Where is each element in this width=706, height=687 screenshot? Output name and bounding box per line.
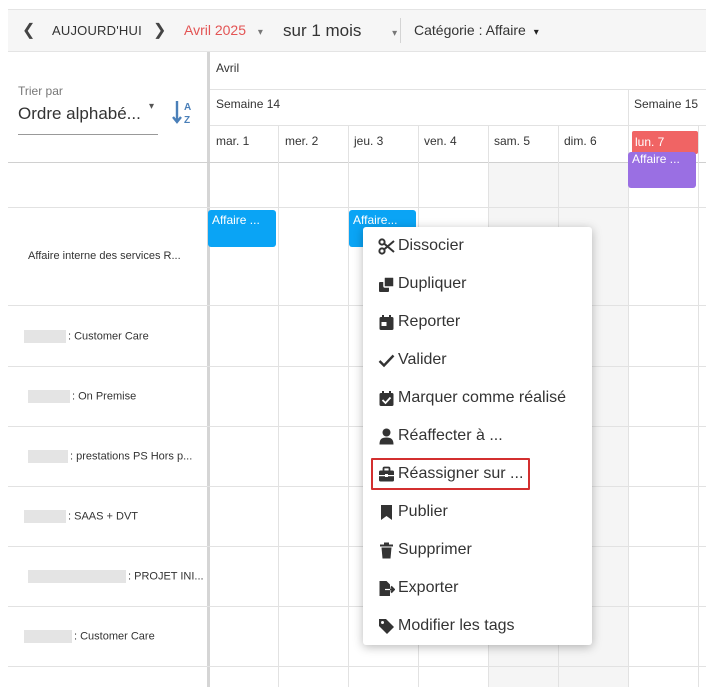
sort-label: Trier par [18,84,63,98]
redacted-text [24,330,66,343]
row-label[interactable]: : Customer Care [24,330,149,343]
copy-icon [379,276,395,292]
day-header: jeu. 3 [354,134,384,148]
day-header: mar. 1 [216,134,250,148]
month-caret-icon: ▾ [257,27,263,38]
day-header: sam. 5 [494,134,531,148]
row-divider [8,207,706,208]
highlight-frame [371,458,530,490]
row-label[interactable]: : PROJET INI... [28,570,204,583]
today-day-header: lun. 7 [632,131,698,154]
panel-divider[interactable] [207,52,210,687]
grid-line [278,125,279,687]
row-label[interactable]: : SAAS + DVT [24,510,138,523]
bookmark-icon [381,505,392,520]
check-icon [378,354,395,368]
month-header: Avril [216,61,240,75]
menu-item-marquer-realise[interactable]: Marquer comme réalisé [363,380,592,416]
range-label: sur 1 mois [283,21,362,40]
menu-item-supprimer[interactable]: Supprimer [363,532,592,568]
tag-icon [379,619,394,634]
category-caret-icon: ▾ [533,27,539,38]
week-header: Semaine 15 [634,97,699,111]
menu-item-reporter[interactable]: Reporter [363,304,592,340]
calendar-icon [379,315,394,330]
trash-icon [380,542,393,559]
month-selector[interactable]: Avril 2025 ▾ [184,10,263,51]
toolbar: ❮ AUJOURD'HUI ❯ Avril 2025 ▾ sur 1 mois … [8,9,706,52]
redacted-text [28,390,70,403]
user-icon [379,428,394,445]
sort-select[interactable]: Ordre alphabé... [18,104,158,135]
row-divider [8,546,706,547]
category-label: Catégorie : Affaire [414,22,526,38]
sort-alpha-icon[interactable]: A Z [172,98,198,126]
grid-line [210,89,706,90]
prev-arrow-icon[interactable]: ❮ [22,10,35,51]
week-header: Semaine 14 [216,97,281,111]
grid-line [348,125,349,687]
row-divider [8,606,706,607]
redacted-text [24,630,72,643]
grid-line [628,89,629,162]
menu-item-dissocier[interactable]: Dissocier [363,228,592,264]
row-divider [8,366,706,367]
sort-caret-icon: ▾ [149,101,155,112]
scissors-icon [378,238,395,255]
row-label[interactable]: : Customer Care [24,630,155,643]
menu-item-exporter[interactable]: Exporter [363,570,592,606]
toolbar-divider [400,18,401,43]
grid-line [698,125,699,687]
svg-text:A: A [184,102,191,113]
event-block[interactable]: Affaire ... [628,152,696,188]
month-label: Avril 2025 [184,22,247,38]
menu-item-reaffecter[interactable]: Réaffecter à ... [363,418,592,454]
category-filter[interactable]: Catégorie : Affaire ▾ [414,10,539,51]
grid-line [8,162,706,163]
next-arrow-icon[interactable]: ❯ [153,10,166,51]
file-export-icon [379,581,395,596]
range-selector[interactable]: sur 1 mois ▾ [283,10,397,51]
row-divider [8,666,706,667]
event-block[interactable]: Affaire ... [208,210,276,247]
row-divider [8,305,706,306]
row-divider [8,486,706,487]
redacted-text [24,510,66,523]
redacted-text [28,450,68,463]
grid-line [210,125,706,126]
day-header: ven. 4 [424,134,457,148]
grid-line [628,162,629,687]
sort-control: Trier par Ordre alphabé... ▾ A Z [18,84,198,135]
day-header: dim. 6 [564,134,597,148]
today-button[interactable]: AUJOURD'HUI [52,10,142,51]
range-caret-icon: ▾ [392,28,398,39]
redacted-text [28,570,126,583]
context-menu: Dissocier Dupliquer Reporter Valider Mar… [363,227,592,645]
row-label[interactable]: : prestations PS Hors p... [28,450,192,463]
menu-item-dupliquer[interactable]: Dupliquer [363,266,592,302]
calendar-check-icon [379,391,394,406]
svg-text:Z: Z [184,115,190,126]
menu-item-valider[interactable]: Valider [363,342,592,378]
row-label[interactable]: : On Premise [28,390,136,403]
row-divider [8,426,706,427]
row-label[interactable]: Affaire interne des services R... [28,250,181,262]
day-header: mer. 2 [285,134,319,148]
menu-item-publier[interactable]: Publier [363,494,592,530]
menu-item-modifier-tags[interactable]: Modifier les tags [363,608,592,644]
